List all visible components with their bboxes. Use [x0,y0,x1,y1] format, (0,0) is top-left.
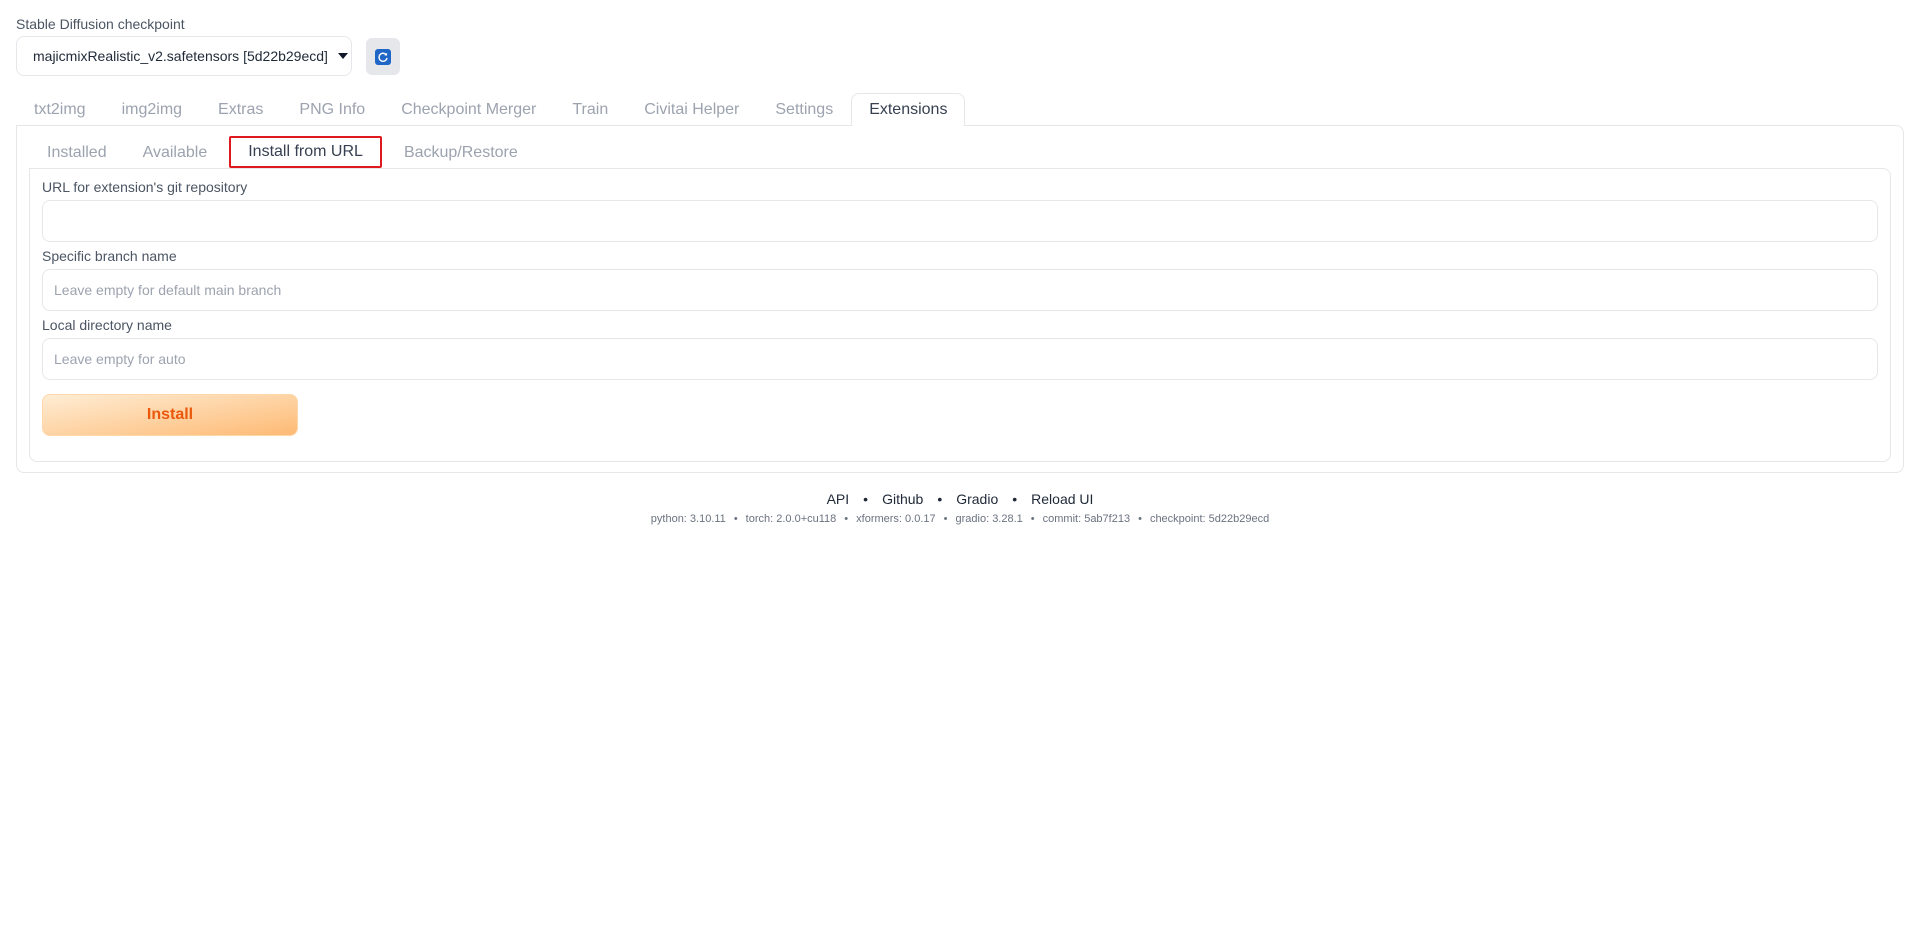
install-from-url-panel: URL for extension's git repository Speci… [29,168,1891,462]
checkpoint-dropdown[interactable]: majicmixRealistic_v2.safetensors [5d22b2… [16,36,352,76]
version-gradio: gradio: 3.28.1 [955,513,1023,525]
main-tab-bar: txt2img img2img Extras PNG Info Checkpoi… [16,93,966,126]
version-python: python: 3.10.11 [650,513,726,525]
checkpoint-value: majicmixRealistic_v2.safetensors [5d22b2… [33,48,328,64]
footer-links: API • Github • Gradio • Reload UI [0,491,1920,507]
footer-separator: • [937,491,943,507]
version-checkpoint: checkpoint: 5d22b29ecd [1149,513,1270,525]
version-torch: torch: 2.0.0+cu118 [745,513,837,525]
directory-field-label: Local directory name [42,317,172,333]
tab-extras[interactable]: Extras [200,93,281,125]
footer-link-reload-ui[interactable]: Reload UI [1031,491,1093,507]
tab-checkpoint-merger[interactable]: Checkpoint Merger [383,93,554,125]
chevron-down-icon [337,53,348,59]
extensions-sub-tab-bar: Installed Available Install from URL Bac… [29,136,536,168]
extensions-panel: Installed Available Install from URL Bac… [16,125,1904,473]
tab-install-from-url[interactable]: Install from URL [229,136,382,168]
footer-separator: • [863,491,869,507]
version-xformers: xformers: 0.0.17 [856,513,936,525]
app-root: Stable Diffusion checkpoint majicmixReal… [0,0,1920,937]
footer-separator: • [943,513,948,525]
footer-separator: • [844,513,849,525]
tab-installed[interactable]: Installed [29,136,125,168]
version-commit: commit: 5ab7f213 [1042,513,1131,525]
tab-png-info[interactable]: PNG Info [281,93,383,125]
tab-civitai-helper[interactable]: Civitai Helper [626,93,757,125]
url-input[interactable] [42,200,1878,242]
tab-available[interactable]: Available [125,136,226,168]
footer-separator: • [1012,491,1018,507]
footer-link-api[interactable]: API [827,491,850,507]
checkpoint-label: Stable Diffusion checkpoint [16,16,185,32]
tab-train[interactable]: Train [554,93,626,125]
footer-separator: • [1030,513,1035,525]
refresh-checkpoints-button[interactable] [366,38,400,75]
footer-separator: • [1138,513,1142,525]
url-field-label: URL for extension's git repository [42,179,248,195]
tab-settings[interactable]: Settings [757,93,851,125]
footer-separator: • [733,513,738,525]
version-info: python: 3.10.11 • torch: 2.0.0+cu118 • x… [0,513,1920,525]
footer-link-gradio[interactable]: Gradio [956,491,998,507]
refresh-icon [375,48,391,65]
tab-txt2img[interactable]: txt2img [16,93,104,125]
directory-input[interactable] [42,338,1878,380]
tab-extensions[interactable]: Extensions [851,93,966,126]
install-button[interactable]: Install [42,394,298,436]
branch-field-label: Specific branch name [42,248,177,264]
tab-img2img[interactable]: img2img [104,93,200,125]
footer-link-github[interactable]: Github [882,491,923,507]
tab-backup-restore[interactable]: Backup/Restore [386,136,536,168]
branch-input[interactable] [42,269,1878,311]
